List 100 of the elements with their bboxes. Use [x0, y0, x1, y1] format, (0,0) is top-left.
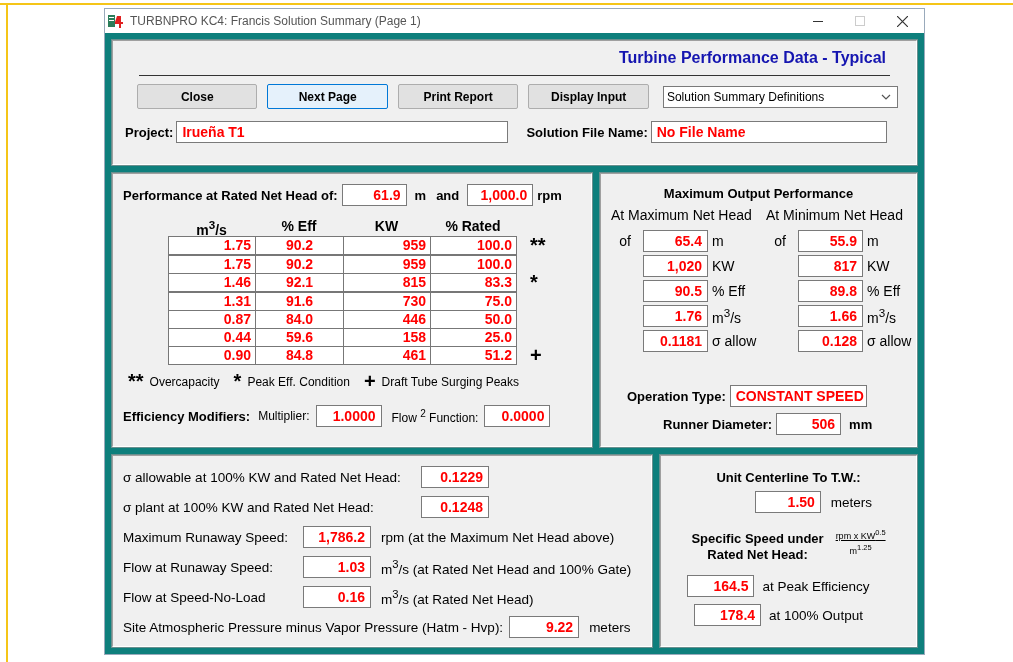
field-label: σ plant at 100% KW and Rated Net Head:: [123, 499, 375, 515]
field-label: Unit Centerline To T.W.:: [716, 470, 861, 485]
unit-numerator: rpm x KW$^{0.5}$: [835, 527, 886, 542]
toolbar-button[interactable]: Print Report: [397, 84, 519, 109]
note-symbol: +: [529, 346, 543, 365]
file-name-field: No File Name: [650, 121, 887, 143]
unit-label: meters: [830, 494, 873, 510]
note-symbol: *: [529, 273, 539, 292]
value-field: 0.16: [303, 586, 371, 608]
unit-denominator: m$^{1.25}$: [849, 542, 872, 557]
field-label: Rated Net Head:: [707, 547, 808, 563]
joiner-label: and: [436, 187, 460, 203]
value-field: 1.03: [303, 556, 371, 578]
unit-label: at 100% Output: [769, 607, 863, 623]
unit-label: mm: [849, 416, 873, 432]
toolbar-button[interactable]: Close: [137, 84, 258, 109]
table-cell: 1.46: [168, 273, 256, 292]
field-label: Solution File Name:: [526, 124, 648, 140]
unit-label: % Eff: [712, 283, 746, 299]
column-header: KW: [373, 218, 400, 236]
runner-diameter-field: 506: [776, 413, 842, 435]
table-cell: 90.2: [255, 236, 344, 255]
head-field: 65.4: [643, 230, 708, 252]
unit-label: rpm: [537, 187, 562, 203]
value-field: 178.4: [694, 604, 762, 626]
table-cell: 84.8: [255, 346, 344, 365]
unit-label: m: [712, 233, 724, 249]
table-cell: 92.1: [255, 273, 344, 292]
legend-symbol: *: [233, 373, 242, 389]
unit-label: % Eff: [867, 283, 901, 299]
value-field: 89.8: [798, 280, 863, 302]
field-label: Site Atmospheric Pressure minus Vapor Pressure (Hatm - Hvp):: [123, 619, 504, 635]
dropdown[interactable]: Solution Summary Definitions: [662, 85, 898, 108]
value-field: 817: [798, 255, 863, 277]
table-cell: 959: [343, 236, 431, 255]
table-cell: 815: [343, 273, 431, 292]
value-field: 0.1181: [643, 330, 708, 352]
table-cell: 100.0: [430, 236, 517, 255]
centerline-field: 1.50: [754, 491, 821, 513]
multiplier-field: 1.0000: [315, 405, 382, 427]
field-label: Flow at Runaway Speed:: [123, 559, 275, 575]
unit-label: KW: [712, 258, 735, 274]
unit-label: m$^{3}$/s: [712, 306, 742, 326]
legend-label: Overcapacity: [149, 375, 220, 389]
table-cell: 83.3: [430, 273, 517, 292]
value-field: 164.5: [687, 575, 755, 597]
head-field: 55.9: [798, 230, 863, 252]
report-title: Turbine Performance Data - Typical: [618, 49, 886, 66]
table-cell: 0.90: [168, 346, 256, 365]
field-label: Project:: [125, 124, 174, 140]
field-label: Performance at Rated Net Head of:: [123, 187, 338, 203]
column-header: At Minimum Net Head: [766, 207, 904, 225]
unit-label: m$^{3}$/s (at Rated Net Head and 100% Gate): [381, 557, 632, 577]
toolbar-button[interactable]: Next Page: [267, 84, 388, 109]
toolbar-button[interactable]: Display Input: [528, 84, 649, 109]
field-label: Multiplier:: [258, 409, 310, 423]
unit-label: m$^{3}$/s: [867, 306, 897, 326]
unit-label: σ allow: [867, 333, 912, 349]
head-field: 61.9: [341, 184, 407, 206]
field-label: σ allowable at 100% KW and Rated Net Head:: [123, 469, 402, 485]
project-field: Irueña T1: [176, 121, 509, 143]
value-field: 1,786.2: [303, 526, 371, 548]
unit-label: m: [867, 233, 879, 249]
value-field: 0.1229: [421, 466, 489, 488]
of-label: of: [773, 233, 787, 249]
value-field: 0.1248: [421, 496, 489, 518]
field-label: Flow $^{2}$ Function:: [391, 407, 479, 425]
value-field: 0.128: [798, 330, 863, 352]
note-symbol: **: [529, 236, 547, 255]
unit-label: at Peak Efficiency: [762, 578, 870, 594]
chevron-icon: [881, 93, 891, 100]
unit-label: rpm (at the Maximum Net Head above): [381, 529, 615, 545]
field-label: Runner Diameter:: [663, 416, 773, 432]
close-icon[interactable]: [897, 15, 908, 27]
value-field: 1,020: [643, 255, 708, 277]
unit-label: m: [414, 187, 427, 203]
speed-field: 1,000.0: [467, 184, 534, 206]
table-cell: 461: [343, 346, 431, 365]
table-cell: 51.2: [430, 346, 517, 365]
flow-function-field: 0.0000: [484, 405, 551, 427]
unit-label: KW: [867, 258, 890, 274]
column-header: m$^{3}$/s: [195, 218, 228, 236]
section-title: Maximum Output Performance: [663, 186, 854, 201]
legend-label: Peak Eff. Condition: [247, 375, 350, 389]
window-title: TURBNPRO KC4: Francis Solution Summary (Page 1): [130, 14, 422, 28]
unit-label: meters: [589, 619, 631, 635]
field-label: Flow at Speed-No-Load: [123, 589, 267, 605]
value-field: 9.22: [509, 616, 580, 638]
field-label: Maximum Runaway Speed:: [123, 529, 290, 545]
of-label: of: [618, 233, 632, 249]
field-label: Operation Type:: [627, 388, 726, 404]
field-label: Efficiency Modifiers:: [123, 408, 251, 424]
value-field: 1.76: [643, 305, 708, 327]
operation-type-field: CONSTANT SPEED: [729, 385, 867, 407]
column-header: % Eff: [280, 218, 318, 236]
value-field: 90.5: [643, 280, 708, 302]
value-field: 1.66: [798, 305, 863, 327]
table-cell: 1.75: [168, 236, 256, 255]
field-label: Specific Speed under: [691, 531, 824, 547]
legend-label: Draft Tube Surging Peaks: [381, 375, 520, 389]
